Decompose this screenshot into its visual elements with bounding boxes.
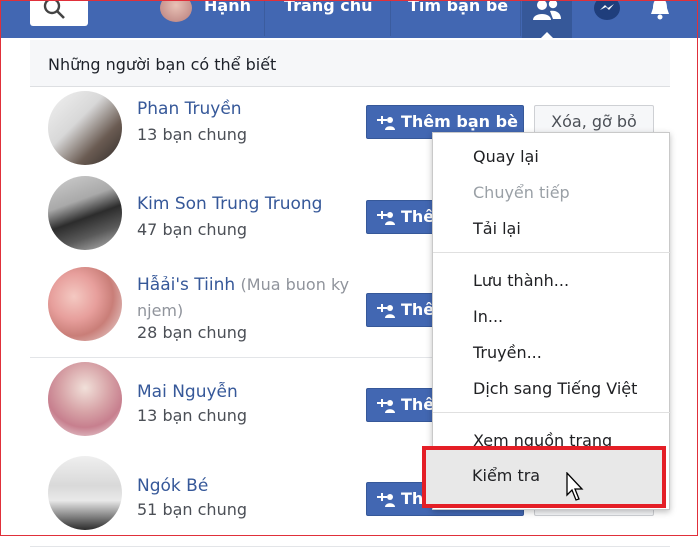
person-name[interactable]: Hẫải's Tiinh (Mua buon ky	[137, 275, 349, 295]
add-friend-icon	[377, 210, 395, 225]
menu-item-translate[interactable]: Dịch sang Tiếng Việt	[473, 379, 637, 398]
mutual-friends-count[interactable]: 47 bạn chung	[137, 220, 247, 239]
profile-link[interactable]: Hạnh	[204, 0, 251, 20]
messenger-icon[interactable]	[592, 0, 622, 22]
search-icon	[43, 0, 65, 19]
person-name[interactable]: Ngók Bé	[137, 476, 208, 496]
add-friend-icon	[377, 492, 395, 507]
search-button[interactable]	[30, 0, 88, 26]
home-link[interactable]: Trang chủ	[284, 0, 373, 20]
people-you-may-know-header: Những người bạn có thể biết	[30, 40, 670, 87]
menu-item-reload[interactable]: Tải lại	[473, 219, 521, 238]
avatar[interactable]	[48, 267, 122, 341]
menu-separator	[433, 412, 671, 413]
avatar[interactable]	[48, 456, 122, 530]
avatar[interactable]	[48, 362, 122, 436]
nav-divider	[520, 0, 521, 36]
mutual-friends-count[interactable]: 28 bạn chung	[137, 323, 247, 342]
person-name[interactable]: Mai Nguyễn	[137, 382, 238, 402]
section-title: Những người bạn có thể biết	[48, 55, 277, 74]
person-name[interactable]: Phan Truyền	[137, 99, 242, 119]
person-name-text: Hẫải's Tiinh	[137, 275, 236, 295]
menu-item-cast[interactable]: Truyền...	[473, 343, 542, 362]
person-name-note-continued: njem)	[137, 301, 184, 320]
person-name[interactable]: Kim Son Trung Truong	[137, 194, 322, 214]
nav-divider	[264, 0, 265, 36]
menu-item-forward[interactable]: Chuyển tiếp	[473, 183, 570, 202]
find-friends-link[interactable]: Tìm bạn bè	[408, 0, 508, 20]
add-friend-icon	[377, 303, 395, 318]
friend-requests-button[interactable]	[522, 0, 572, 39]
add-friend-icon	[377, 115, 395, 130]
inspect-highlight-box	[422, 446, 666, 508]
nav-divider	[390, 0, 391, 36]
notifications-icon[interactable]	[648, 0, 672, 22]
mouse-cursor-icon	[566, 472, 584, 501]
active-indicator	[540, 32, 554, 39]
menu-separator	[433, 252, 671, 253]
friends-icon	[533, 0, 561, 20]
top-navigation-bar: Hạnh Trang chủ Tìm bạn bè	[0, 0, 700, 39]
avatar[interactable]	[48, 91, 122, 165]
avatar[interactable]	[48, 176, 122, 250]
mutual-friends-count[interactable]: 13 bạn chung	[137, 125, 247, 144]
mutual-friends-count[interactable]: 13 bạn chung	[137, 406, 247, 425]
add-friend-icon	[377, 398, 395, 413]
menu-item-back[interactable]: Quay lại	[473, 147, 539, 166]
person-name-note: (Mua buon ky	[240, 275, 350, 294]
mutual-friends-count[interactable]: 51 bạn chung	[137, 500, 247, 519]
menu-item-print[interactable]: In...	[473, 307, 503, 326]
profile-avatar[interactable]	[160, 0, 192, 22]
add-friend-label: Thêm bạn bè	[401, 112, 518, 131]
menu-item-save-as[interactable]: Lưu thành...	[473, 271, 569, 290]
